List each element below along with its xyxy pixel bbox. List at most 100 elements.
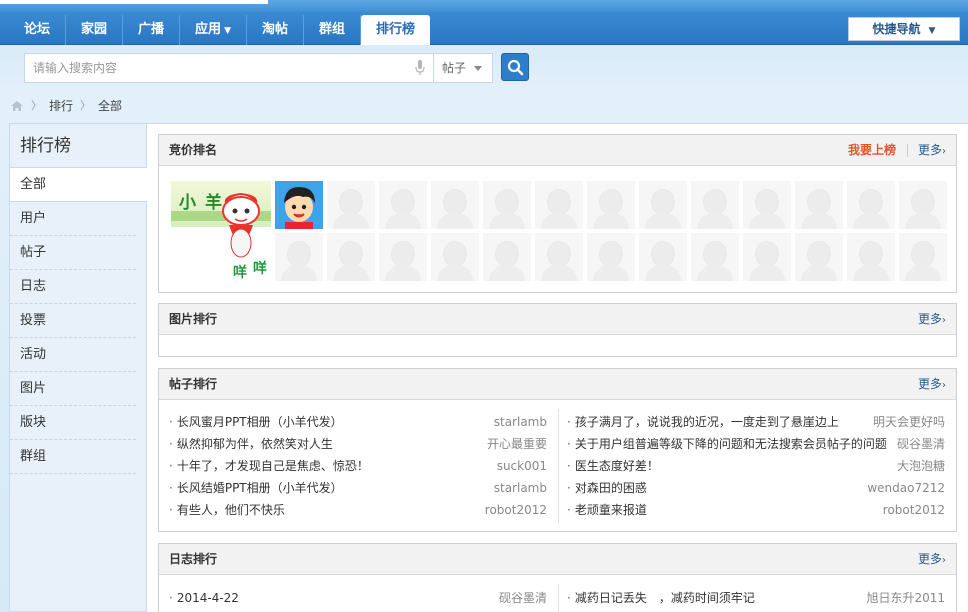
bullet: · (169, 481, 173, 495)
empty-avatar-slot[interactable] (899, 233, 947, 281)
user-avatar[interactable] (275, 181, 323, 229)
placeholder-face (391, 189, 415, 215)
item-author-link[interactable]: 砚谷墨清 (897, 433, 945, 455)
chevron-right-icon: › (942, 380, 946, 391)
item-title-link[interactable]: 有些人，他们不快乐 (177, 503, 285, 517)
search-button[interactable] (501, 53, 529, 81)
empty-avatar-slot[interactable] (483, 181, 531, 229)
quick-nav-button[interactable]: 快捷导航 ▼ (848, 17, 960, 41)
item-title-link[interactable]: 长风结婚PPT相册（小羊代发） (177, 481, 343, 495)
empty-avatar-slot[interactable] (691, 233, 739, 281)
empty-avatar-slot[interactable] (847, 233, 895, 281)
empty-avatar-slot[interactable] (587, 181, 635, 229)
column-divider (558, 409, 559, 523)
item-author-link[interactable]: 大泡泡糖 (897, 455, 945, 477)
item-title-link[interactable]: 纵然抑郁为伴，依然笑对人生 (177, 437, 333, 451)
empty-avatar-slot[interactable] (431, 233, 479, 281)
empty-avatar-slot[interactable] (899, 181, 947, 229)
more-link[interactable]: 更多› (918, 544, 946, 576)
item-author-link[interactable]: robot2012 (485, 499, 547, 521)
item-author-link[interactable]: 砚谷墨清 (499, 587, 547, 609)
boy-avatar-image (275, 181, 323, 229)
more-link[interactable]: 更多› (918, 369, 946, 401)
empty-avatar-slot[interactable] (379, 233, 427, 281)
item-author-link[interactable]: 旭日东升2011 (866, 587, 945, 609)
item-title-link[interactable]: 减药日记丢失 ，减药时间须牢记 (575, 591, 755, 605)
sidebar-item-events[interactable]: 活动 (10, 338, 136, 372)
empty-avatar-slot[interactable] (275, 233, 323, 281)
empty-avatar-slot[interactable] (639, 181, 687, 229)
item-title-link[interactable]: 孩子满月了，说说我的近况，一度走到了悬崖边上 (575, 415, 839, 429)
tab-broadcast[interactable]: 广播 (123, 15, 181, 45)
empty-avatar-slot[interactable] (483, 233, 531, 281)
sidebar-item-groups[interactable]: 群组 (10, 440, 136, 474)
empty-avatar-slot[interactable] (327, 233, 375, 281)
bullet: · (567, 481, 571, 495)
placeholder-body (645, 265, 681, 281)
item-title-link[interactable]: 2014-4-22 (177, 591, 239, 605)
item-author-link[interactable]: suck001 (497, 455, 547, 477)
item-title-link[interactable]: 关于用户组普遍等级下降的问题和无法搜索会员帖子的问题 (575, 437, 887, 451)
list-item: · 纵然抑郁为伴，依然笑对人生 开心最重要 (169, 433, 547, 455)
search-type-select[interactable]: 帖子 (433, 53, 493, 83)
placeholder-face (287, 241, 311, 267)
sidebar-item-all[interactable]: 全部 (10, 168, 147, 202)
tab-apps[interactable]: 应用 ▼ (180, 15, 247, 45)
empty-avatar-slot[interactable] (691, 181, 739, 229)
join-ranking-link[interactable]: 我要上榜 (848, 135, 896, 166)
list-item: · 对森田的困惑 wendao7212 (567, 477, 945, 499)
item-title-link[interactable]: 老顽童来报道 (575, 503, 647, 517)
item-title-link[interactable]: 长风蜜月PPT相册（小羊代发） (177, 415, 343, 429)
sidebar-item-pictures[interactable]: 图片 (10, 372, 136, 406)
empty-avatar-slot[interactable] (587, 233, 635, 281)
sidebar-item-blogs[interactable]: 日志 (10, 270, 136, 304)
empty-avatar-slot[interactable] (795, 233, 843, 281)
empty-avatar-slot[interactable] (327, 181, 375, 229)
list-item: · 医生态度好差！ 大泡泡糖 (567, 455, 945, 477)
item-author-link[interactable]: wendao7212 (867, 477, 945, 499)
breadcrumb-ranking[interactable]: 排行 (49, 97, 73, 115)
empty-avatar-slot[interactable] (535, 233, 583, 281)
item-author-link[interactable]: robot2012 (883, 499, 945, 521)
empty-avatar-slot[interactable] (431, 181, 479, 229)
microphone-icon[interactable] (415, 60, 425, 76)
item-title-link[interactable]: 对森田的困惑 (575, 481, 647, 495)
divider (907, 144, 908, 157)
tab-home[interactable]: 家园 (66, 15, 124, 45)
more-link[interactable]: 更多› (918, 304, 946, 336)
empty-avatar-slot[interactable] (535, 181, 583, 229)
sidebar-item-users[interactable]: 用户 (10, 202, 136, 236)
sidebar-item-threads[interactable]: 帖子 (10, 236, 136, 270)
placeholder-face (755, 189, 779, 215)
empty-avatar-slot[interactable] (795, 181, 843, 229)
placeholder-face (911, 189, 935, 215)
tab-forum[interactable]: 论坛 (9, 15, 67, 45)
tab-collections[interactable]: 淘帖 (247, 15, 304, 45)
search-input[interactable]: 请输入搜索内容 (24, 53, 434, 83)
empty-avatar-slot[interactable] (379, 181, 427, 229)
home-icon[interactable] (10, 100, 24, 112)
item-title-link[interactable]: 十年了，才发现自己是焦虑、惊恐！ (177, 459, 369, 473)
item-author-link[interactable]: 明天会更好吗 (873, 411, 945, 433)
tab-groups[interactable]: 群组 (304, 15, 362, 45)
tab-ranking[interactable]: 排行榜 (361, 15, 431, 45)
more-label: 更多 (917, 143, 942, 157)
sidebar-item-forums[interactable]: 版块 (10, 406, 136, 440)
item-title-link[interactable]: 医生态度好差！ (575, 459, 659, 473)
placeholder-face (755, 241, 779, 267)
empty-avatar-slot[interactable] (743, 233, 791, 281)
placeholder-face (859, 189, 883, 215)
main-nav: 论坛 家园 广播 应用 ▼ 淘帖 群组 排行榜 (0, 12, 968, 45)
item-author-link[interactable]: 开心最重要 (487, 433, 547, 455)
list-item: · 2014-4-22 砚谷墨清 (169, 587, 547, 609)
empty-avatar-slot[interactable] (743, 181, 791, 229)
sidebar-item-polls[interactable]: 投票 (10, 304, 136, 338)
item-author-link[interactable]: starlamb (494, 411, 547, 433)
list-item: · 长风结婚PPT相册（小羊代发） starlamb (169, 477, 547, 499)
bullet: · (169, 437, 173, 451)
empty-avatar-slot[interactable] (847, 181, 895, 229)
empty-avatar-slot[interactable] (639, 233, 687, 281)
item-author-link[interactable]: starlamb (494, 477, 547, 499)
more-link[interactable]: 更多› (918, 135, 946, 167)
featured-avatar[interactable]: 小 羊 咩 咩 (171, 181, 271, 281)
